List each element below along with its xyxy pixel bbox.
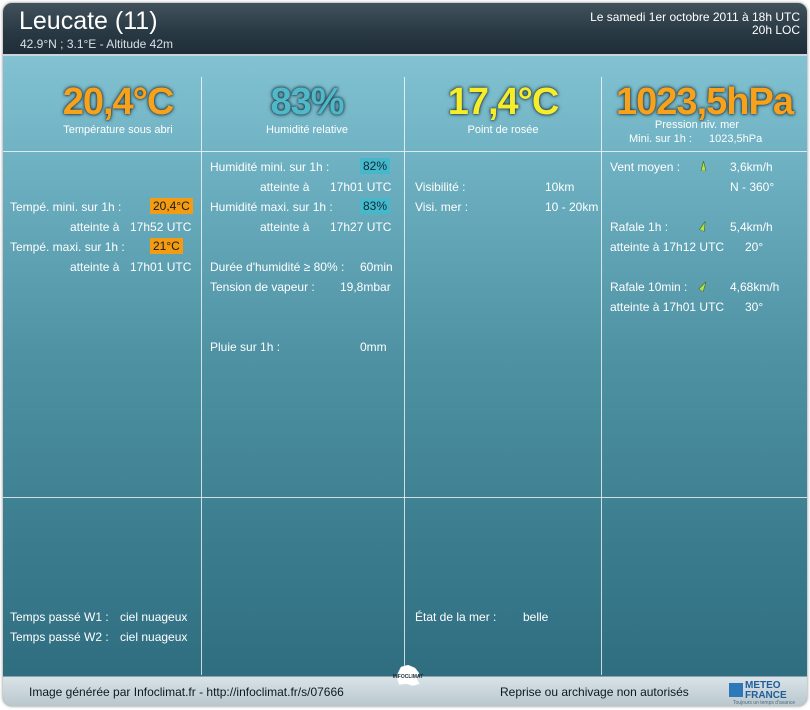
column-divider [404,77,405,675]
rain-label: Pluie sur 1h : [210,340,281,354]
sea-visibility-label: Visi. mer : [415,200,469,214]
visibility-value: 10km [545,180,575,194]
pressure-min-value: 1023,5hPa [709,133,763,145]
vapor-pressure-value: 19,8mbar [340,280,391,294]
dew-point-label: Point de rosée [467,124,539,136]
past-weather-w1-value: ciel nuageux [120,610,188,624]
past-weather-w1-label: Temps passé W1 : [10,610,109,624]
humidity-max-time: 17h27 UTC [330,220,392,234]
humidity-max-label: Humidité maxi. sur 1h : [210,200,333,214]
gust-1h-label: Rafale 1h : [610,220,669,234]
gust-10min-label: Rafale 10min : [610,280,688,294]
gust-1h-speed: 5,4km/h [730,220,773,234]
temp-max-reached-label: atteinte à [70,260,120,274]
header-bar: Leucate (11) 42.9°N ; 3.1°E - Altitude 4… [3,3,807,56]
dew-point-value: 17,4°C [447,81,560,123]
wind-direction-icon [700,161,707,171]
station-title: Leucate (11) [19,7,158,35]
pressure-value: 1023,5hPa [616,81,794,123]
gust-10min-speed: 4,68km/h [730,280,780,294]
row-divider [3,497,807,498]
pressure-min-label: Mini. sur 1h : [629,133,692,145]
temp-min-time: 17h52 UTC [130,220,192,234]
gust-direction-icon [698,281,707,293]
visibility-label: Visibilité : [415,180,466,194]
meteo-france-logo-mark [729,683,743,697]
humidity-min-label: Humidité mini. sur 1h : [210,160,330,174]
footer-rights-text: Reprise ou archivage non autorisés [500,685,689,699]
humidity-min-reached-label: atteinte à [260,180,310,194]
local-time: 20h LOC [751,23,800,37]
mean-wind-speed: 3,6km/h [730,160,773,174]
sea-state-label: État de la mer : [415,610,497,624]
gust-1h-time: atteinte à 17h12 UTC [610,240,725,254]
meteo-france-tagline: Toujours un temps d'avance [733,700,796,706]
column-divider [601,77,602,675]
temp-min-value: 20,4°C [150,198,193,214]
humidity-min-time: 17h01 UTC [330,180,392,194]
meteo-france-logo-icon: METEO FRANCE Toujours un temps d'avance [729,680,797,706]
temperature-value: 20,4°C [62,81,175,123]
past-weather-w2-label: Temps passé W2 : [10,630,109,644]
footer-generated-text: Image générée par Infoclimat.fr - http:/… [29,685,344,699]
mean-wind-direction: N - 360° [730,180,775,194]
mean-wind-label: Vent moyen : [610,160,681,174]
temperature-label: Température sous abri [63,124,173,136]
gust-10min-time: atteinte à 17h01 UTC [610,300,725,314]
gust-10min-direction: 30° [745,300,764,314]
humidity-max-value: 83% [360,198,391,214]
temp-max-value: 21°C [150,238,183,254]
sea-state-value: belle [523,610,549,624]
gust-direction-icon [698,221,706,232]
humidity-value: 83% [270,81,344,123]
gust-1h-direction: 20° [745,240,764,254]
infoclimat-logo-text: INFOCLIMAT [392,674,424,680]
humidity-label: Humidité relative [266,124,348,136]
past-weather-w2-value: ciel nuageux [120,630,188,644]
row-divider [3,151,807,152]
observation-date: Le samedi 1er octobre 2011 à 18h UTC [590,10,800,24]
rain-value: 0mm [360,340,387,354]
column-divider [201,77,202,675]
temp-max-time: 17h01 UTC [130,260,192,274]
humidity-duration-label: Durée d'humidité ≥ 80% : [210,260,345,274]
temp-max-label: Tempé. maxi. sur 1h : [10,240,125,254]
weather-panel: Leucate (11) 42.9°N ; 3.1°E - Altitude 4… [3,3,807,706]
station-coordinates: 42.9°N ; 3.1°E - Altitude 42m [20,37,174,51]
pressure-label: Pression niv. mer [654,119,740,131]
temp-min-reached-label: atteinte à [70,220,120,234]
temp-min-label: Tempé. mini. sur 1h : [10,200,122,214]
sea-visibility-value: 10 - 20km [545,200,599,214]
france-map-icon: INFOCLIMAT [389,664,427,687]
vapor-pressure-label: Tension de vapeur : [210,280,315,294]
humidity-max-reached-label: atteinte à [260,220,310,234]
humidity-duration-value: 60min [360,260,393,274]
humidity-min-value: 82% [360,158,391,174]
